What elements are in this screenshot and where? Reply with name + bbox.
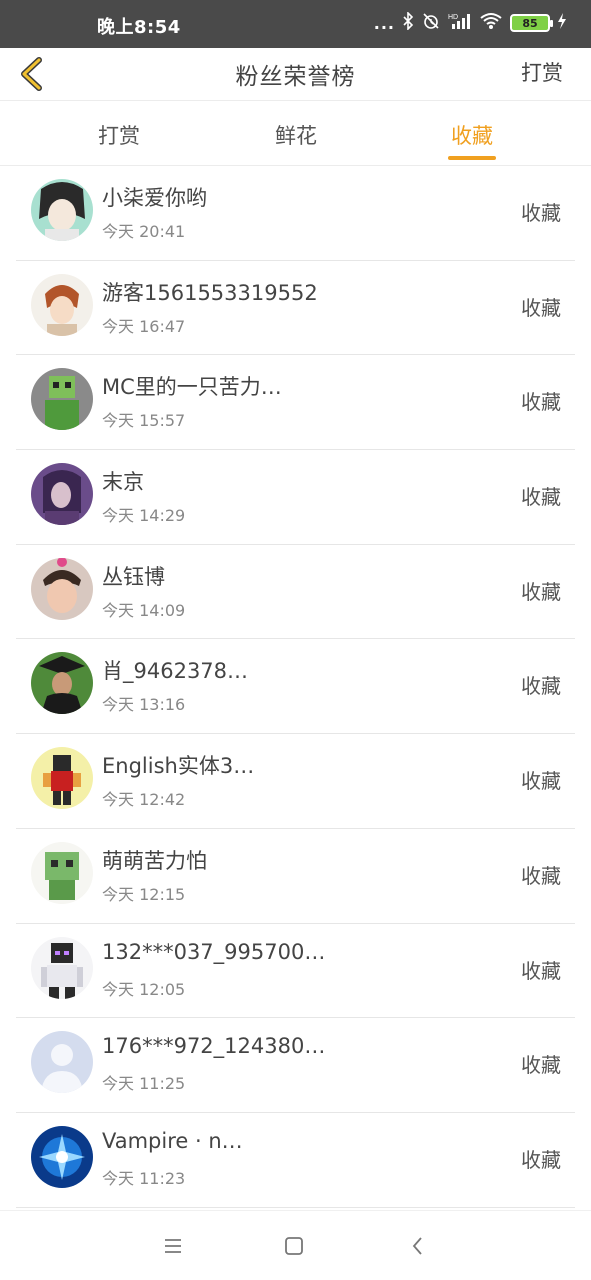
battery-indicator: 85 <box>510 14 553 32</box>
list-item[interactable]: 游客1561553319552 今天 16:47 收藏 <box>0 261 591 356</box>
reward-button[interactable]: 打赏 <box>521 57 563 87</box>
favorite-label: 收藏 <box>521 295 561 320</box>
fan-name: English实体3… <box>102 754 255 779</box>
alarm-off-icon <box>421 12 441 34</box>
list-item[interactable]: 132***037_995700… 今天 12:05 收藏 <box>0 924 591 1019</box>
favorite-label: 收藏 <box>521 863 561 888</box>
fan-name: 末京 <box>102 470 144 495</box>
fan-time: 今天 14:09 <box>102 600 186 620</box>
favorite-label: 收藏 <box>521 390 561 415</box>
system-back-button[interactable] <box>405 1233 431 1259</box>
favorite-label: 收藏 <box>521 485 561 510</box>
fan-name: 肖_9462378… <box>102 659 249 684</box>
fan-name: Vampire · n… <box>102 1128 243 1153</box>
avatar <box>31 557 93 620</box>
list-item[interactable]: English实体3… 今天 12:42 收藏 <box>0 734 591 829</box>
charging-icon <box>557 12 567 34</box>
status-icons: ... HD 85 <box>373 11 567 34</box>
avatar <box>31 841 93 904</box>
avatar <box>31 273 93 336</box>
system-nav-bar <box>0 1210 591 1280</box>
fan-time: 今天 14:29 <box>102 506 186 526</box>
more-dots-icon: ... <box>373 13 395 33</box>
list-item[interactable]: MC里的一只苦力… 今天 15:57 收藏 <box>0 355 591 450</box>
avatar <box>31 747 93 810</box>
bluetooth-icon <box>402 11 414 34</box>
fan-list: 小柒爱你哟 今天 20:41 收藏 游客1561553319552 今天 16:… <box>0 166 591 1208</box>
favorite-label: 收藏 <box>521 579 561 604</box>
list-item[interactable]: 丛钰博 今天 14:09 收藏 <box>0 545 591 640</box>
page-title: 粉丝荣誉榜 <box>235 64 356 90</box>
favorite-label: 收藏 <box>521 769 561 794</box>
favorite-label: 收藏 <box>521 1053 561 1078</box>
fan-time: 今天 16:47 <box>102 316 186 336</box>
fan-time: 今天 12:15 <box>102 884 186 904</box>
fan-name: 132***037_995700… <box>102 939 326 964</box>
list-item[interactable]: 小柒爱你哟 今天 20:41 收藏 <box>0 166 591 261</box>
list-item[interactable]: 肖_9462378… 今天 13:16 收藏 <box>0 639 591 734</box>
menu-button[interactable] <box>160 1233 186 1259</box>
fan-time: 今天 12:05 <box>102 979 186 999</box>
status-bar: 晚上8:54 ... HD 85 <box>0 0 591 48</box>
app-header: 粉丝荣誉榜 打赏 <box>0 48 591 101</box>
list-item[interactable]: Vampire · n… 今天 11:23 收藏 <box>0 1113 591 1208</box>
fan-name: 小柒爱你哟 <box>102 186 207 210</box>
tab-bar: 打赏 鲜花 收藏 <box>0 102 591 166</box>
fan-time: 今天 15:57 <box>102 411 186 431</box>
fan-name: 萌萌苦力怕 <box>102 848 207 873</box>
fan-name: 176***972_124380… <box>102 1034 326 1059</box>
hd-signal-icon: HD <box>448 12 472 34</box>
favorite-label: 收藏 <box>521 674 561 699</box>
fan-name: 游客1561553319552 <box>102 280 318 305</box>
fan-time: 今天 11:25 <box>102 1074 186 1094</box>
status-time: 晚上8:54 <box>97 17 181 38</box>
avatar <box>31 1031 93 1094</box>
favorite-label: 收藏 <box>521 201 561 225</box>
fan-time: 今天 11:23 <box>102 1168 186 1188</box>
svg-text:HD: HD <box>448 14 458 21</box>
avatar <box>31 652 93 715</box>
back-icon <box>412 1237 422 1255</box>
avatar <box>31 1125 93 1188</box>
list-item[interactable]: 末京 今天 14:29 收藏 <box>0 450 591 545</box>
home-button[interactable] <box>281 1233 307 1259</box>
fan-name: 丛钰博 <box>102 564 165 589</box>
tab-favorites[interactable]: 收藏 <box>432 120 512 150</box>
favorite-label: 收藏 <box>521 958 561 983</box>
avatar <box>31 936 93 999</box>
fan-time: 今天 12:42 <box>102 790 186 810</box>
avatar <box>31 368 93 431</box>
tab-reward[interactable]: 打赏 <box>79 120 159 150</box>
battery-level: 85 <box>522 16 538 30</box>
wifi-icon <box>479 12 503 34</box>
menu-icon <box>165 1239 181 1253</box>
fan-time: 今天 13:16 <box>102 695 186 715</box>
tab-flowers[interactable]: 鲜花 <box>256 120 336 150</box>
avatar <box>31 463 93 526</box>
list-item[interactable]: 176***972_124380… 今天 11:25 收藏 <box>0 1018 591 1113</box>
home-icon <box>285 1237 303 1255</box>
fan-time: 今天 20:41 <box>102 222 186 241</box>
list-item[interactable]: 萌萌苦力怕 今天 12:15 收藏 <box>0 829 591 924</box>
avatar <box>31 179 93 241</box>
active-tab-indicator <box>448 156 496 160</box>
fan-name: MC里的一只苦力… <box>102 375 282 400</box>
favorite-label: 收藏 <box>521 1147 561 1172</box>
